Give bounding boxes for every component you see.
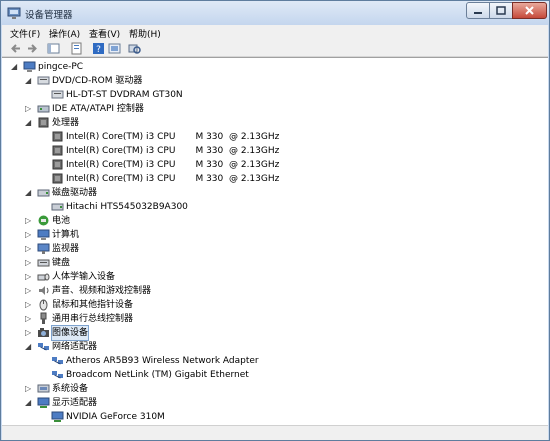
device-label: Intel(R) Core(TM) i3 CPU M 330 @ 2.13GHz <box>66 174 280 184</box>
category-label: 通用串行总线控制器 <box>52 314 134 324</box>
device-tree: ◢ pingce-PC ◢ DVD/CD-ROM 驱动器 HL-DT-ST DV… <box>2 57 548 425</box>
category-label: 处理器 <box>52 118 80 128</box>
category-label: 声音、视频和游戏控制器 <box>52 286 152 296</box>
processor-icon <box>52 131 63 142</box>
display-adapter-icon <box>37 397 50 408</box>
computer-icon <box>37 229 50 240</box>
expand-icon[interactable]: ▷ <box>25 287 33 295</box>
expand-icon[interactable]: ▷ <box>25 231 33 239</box>
window-title: 设备管理器 <box>25 10 73 21</box>
network-adapter-icon <box>52 371 63 379</box>
action-icon[interactable] <box>108 42 121 55</box>
computer-icon <box>23 61 36 72</box>
mouse-icon <box>39 299 48 311</box>
minimize-button[interactable] <box>466 2 490 19</box>
device-manager-window: 设备管理器 文件(F) 操作(A) 查看(V) 帮助(H) ? ◢ pingce… <box>0 0 550 441</box>
keyboard-icon <box>37 259 50 267</box>
svg-text:?: ? <box>96 45 101 55</box>
battery-icon <box>38 215 49 226</box>
menu-action[interactable]: 操作(A) <box>49 27 80 40</box>
system-device-icon <box>37 384 50 393</box>
tree-root-label: pingce-PC <box>38 62 84 72</box>
collapse-icon[interactable]: ◢ <box>25 343 33 351</box>
category-label: 图像设备 <box>50 325 90 341</box>
category-label: 磁盘驱动器 <box>52 188 98 198</box>
disk-drive-icon <box>37 189 50 197</box>
collapse-icon[interactable]: ◢ <box>25 77 33 85</box>
network-adapter-icon <box>38 343 49 351</box>
expand-icon[interactable]: ▷ <box>25 385 33 393</box>
processor-icon <box>52 173 63 184</box>
device-label: Intel(R) Core(TM) i3 CPU M 330 @ 2.13GHz <box>66 160 280 170</box>
category-label: 计算机 <box>52 230 80 240</box>
sound-icon <box>39 286 49 295</box>
back-arrow-icon[interactable] <box>9 42 22 55</box>
device-label: Intel(R) Core(TM) i3 CPU M 330 @ 2.13GHz <box>66 132 280 142</box>
device-label: Atheros AR5B93 Wireless Network Adapter <box>66 356 259 366</box>
scan-hardware-icon[interactable] <box>128 42 141 55</box>
collapse-icon[interactable]: ◢ <box>11 63 19 71</box>
expand-icon[interactable]: ▷ <box>25 273 33 281</box>
collapse-icon[interactable]: ◢ <box>25 189 33 197</box>
device-label: Intel(R) Core(TM) i3 CPU M 330 @ 2.13GHz <box>66 146 280 156</box>
expand-icon[interactable]: ▷ <box>25 105 33 113</box>
device-manager-icon <box>7 7 21 19</box>
collapse-icon[interactable]: ◢ <box>25 119 33 127</box>
processor-icon <box>52 145 63 156</box>
forward-arrow-icon[interactable] <box>26 42 39 55</box>
processor-icon <box>52 159 63 170</box>
category-label: 显示适配器 <box>52 398 98 408</box>
category-label: 监视器 <box>52 244 80 254</box>
menu-file[interactable]: 文件(F) <box>10 27 40 40</box>
device-label: NVIDIA GeForce 310M <box>66 412 165 422</box>
expand-icon[interactable]: ▷ <box>25 329 33 337</box>
processor-icon <box>38 117 49 128</box>
device-label: Hitachi HTS545032B9A300 <box>66 202 188 212</box>
category-label: 系统设备 <box>52 384 89 394</box>
maximize-button[interactable] <box>489 2 513 19</box>
expand-icon[interactable]: ▷ <box>25 315 33 323</box>
device-label: Broadcom NetLink (TM) Gigabit Ethernet <box>66 370 249 380</box>
category-label: 鼠标和其他指针设备 <box>52 300 134 310</box>
category-label: DVD/CD-ROM 驱动器 <box>52 76 143 86</box>
ide-controller-icon <box>37 105 50 113</box>
dvd-drive-icon <box>51 90 64 99</box>
dvd-drive-icon <box>37 76 50 85</box>
expand-icon[interactable]: ▷ <box>25 259 33 267</box>
properties-icon[interactable] <box>70 42 83 55</box>
hid-icon <box>37 273 50 281</box>
status-bar <box>2 425 548 440</box>
expand-icon[interactable]: ▷ <box>25 245 33 253</box>
category-label: 人体学输入设备 <box>52 272 116 282</box>
network-adapter-icon <box>52 357 63 365</box>
expand-icon[interactable]: ▷ <box>25 217 33 225</box>
title-bar: 设备管理器 <box>1 1 549 25</box>
toolbar: ? <box>2 41 548 57</box>
monitor-icon <box>37 243 50 254</box>
category-label: 电池 <box>52 216 71 226</box>
disk-drive-icon <box>51 203 64 211</box>
category-label: 键盘 <box>52 258 71 268</box>
menu-help[interactable]: 帮助(H) <box>129 27 161 40</box>
expand-icon[interactable]: ▷ <box>25 301 33 309</box>
view-icon[interactable] <box>47 42 60 55</box>
menu-bar: 文件(F) 操作(A) 查看(V) 帮助(H) <box>2 25 548 41</box>
display-adapter-icon <box>51 411 64 422</box>
collapse-icon[interactable]: ◢ <box>25 399 33 407</box>
category-label: 网络适配器 <box>52 342 98 352</box>
help-icon[interactable]: ? <box>92 42 105 55</box>
camera-icon <box>38 328 49 337</box>
device-label: HL-DT-ST DVDRAM GT30N <box>66 90 183 100</box>
category-label: IDE ATA/ATAPI 控制器 <box>52 104 144 114</box>
menu-view[interactable]: 查看(V) <box>89 27 120 40</box>
close-button[interactable] <box>512 2 547 19</box>
usb-icon <box>40 312 47 324</box>
